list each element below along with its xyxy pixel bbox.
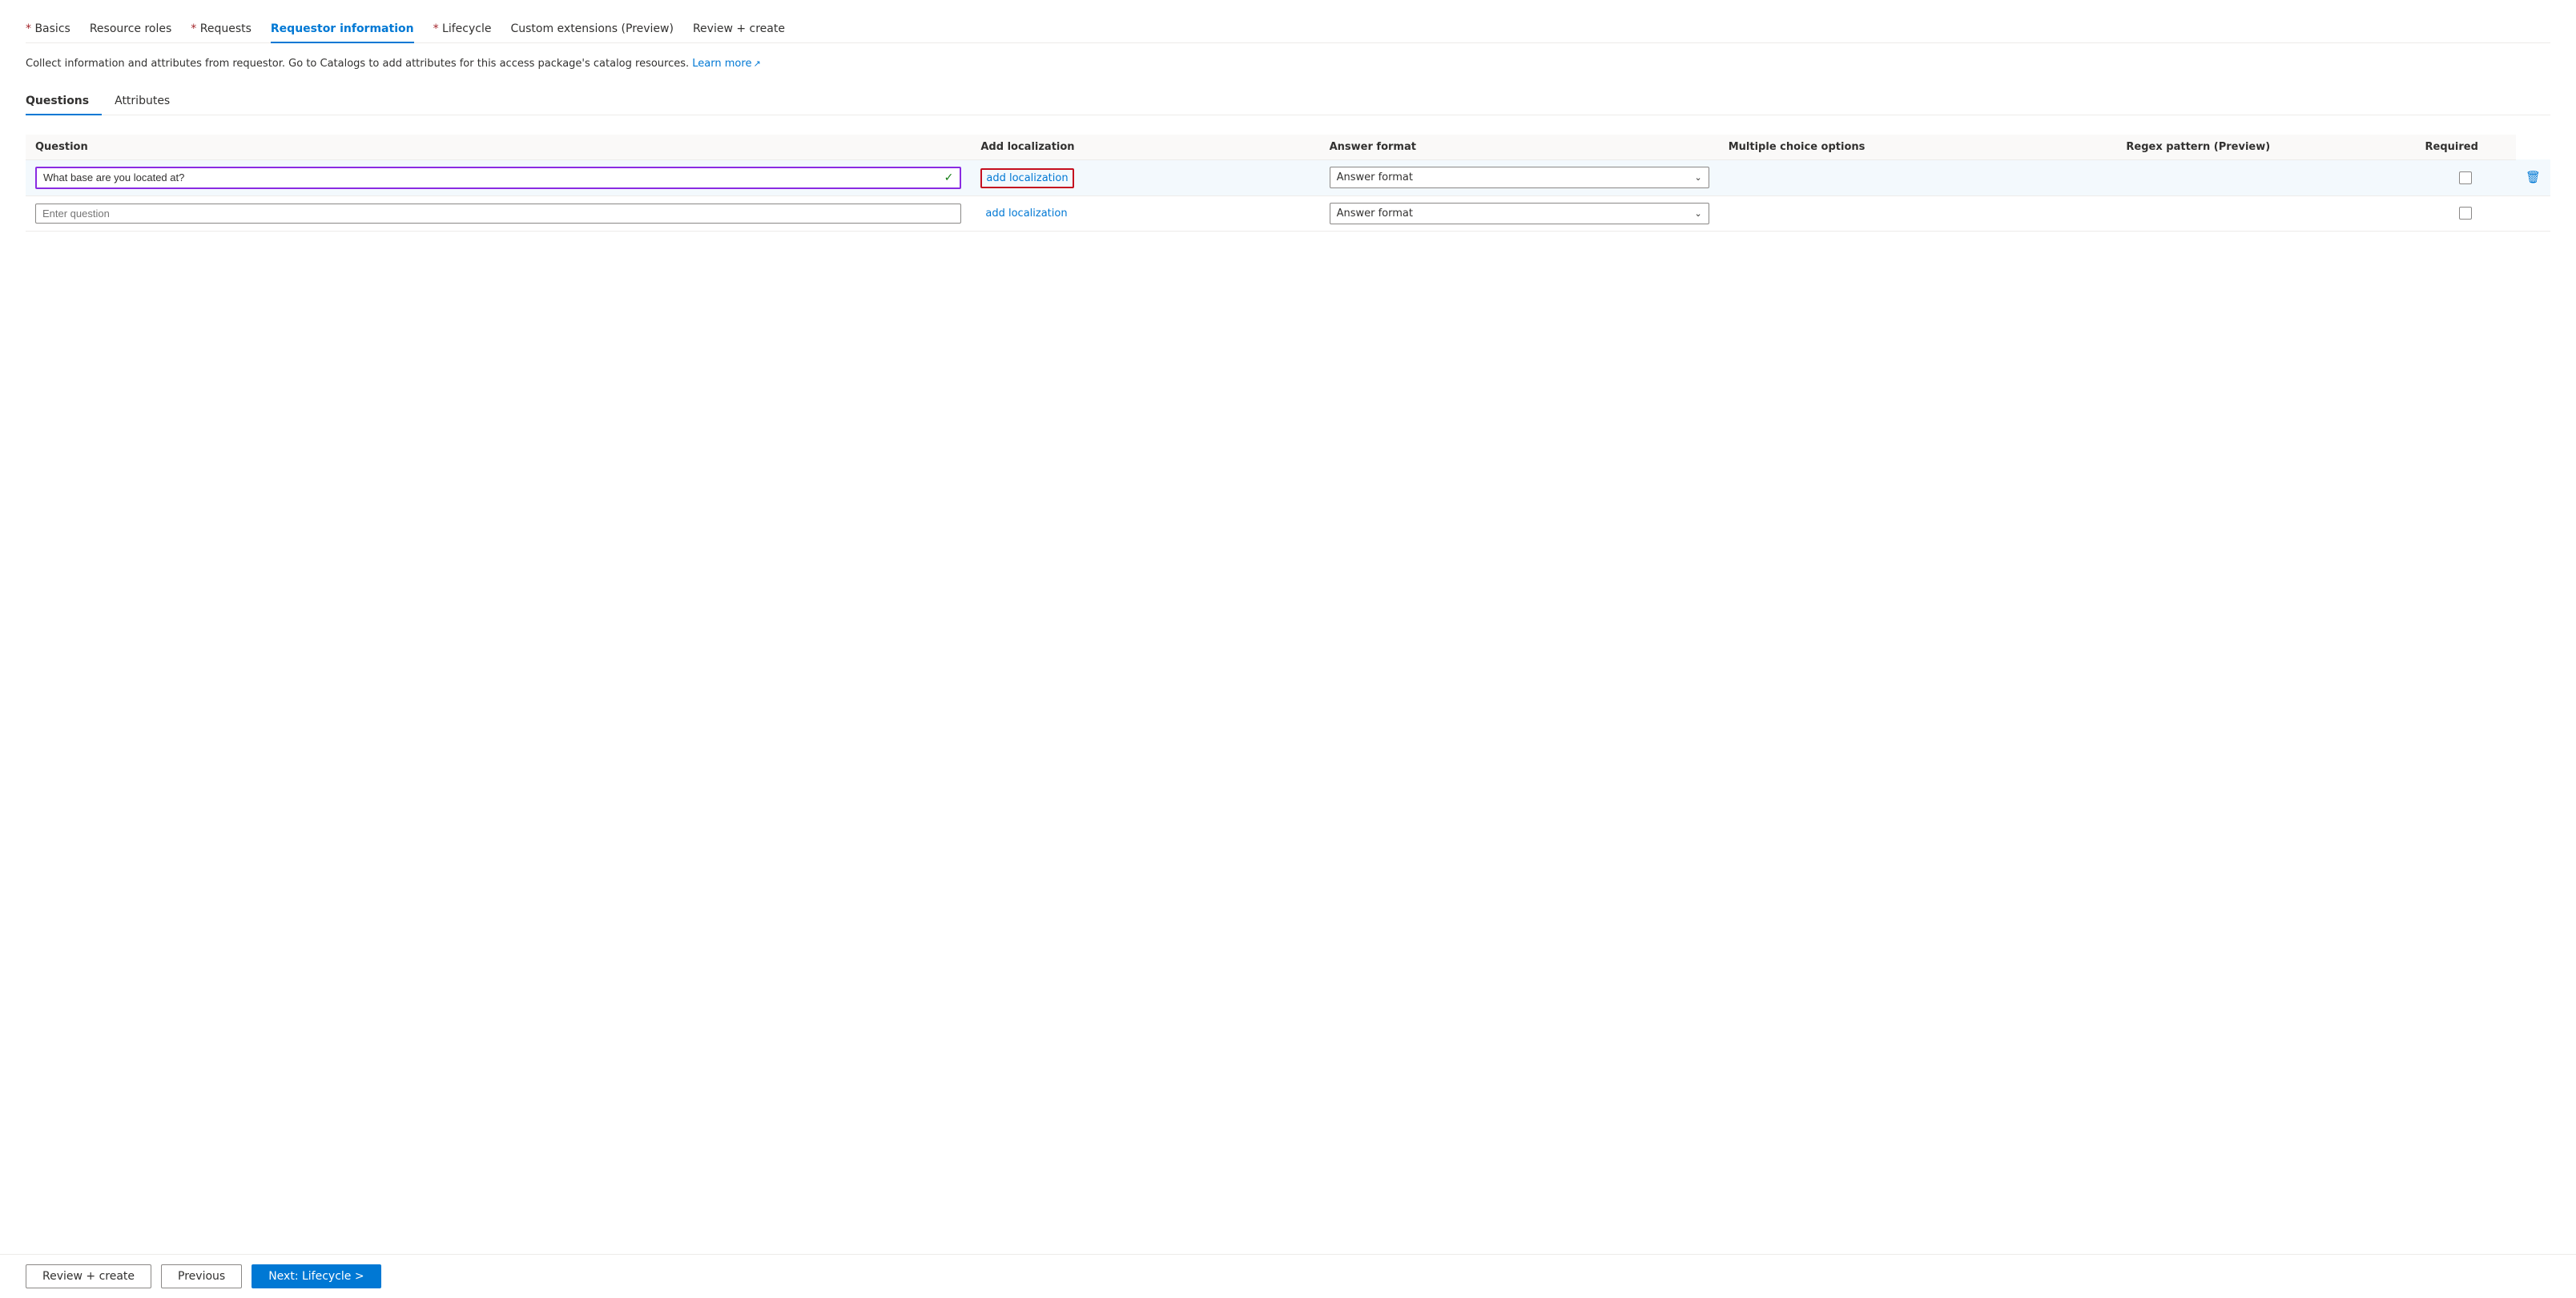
col-header-multiple: Multiple choice options <box>1719 135 2117 160</box>
review-create-button[interactable]: Review + create <box>26 1264 151 1288</box>
required-checkbox-wrapper <box>2425 207 2506 220</box>
multiple-choice-cell <box>1719 159 2117 196</box>
questions-table: Question Add localization Answer format … <box>26 135 2550 232</box>
answer-format-select-0[interactable]: Answer format ⌄ <box>1330 167 1709 188</box>
nav-tab-requestor-information[interactable]: Requestor information <box>271 16 414 43</box>
multiple-choice-cell <box>1719 196 2117 231</box>
add-localization-link-0[interactable]: add localization <box>980 168 1073 188</box>
nav-tab-basics[interactable]: * Basics <box>26 16 70 43</box>
question-input-wrapper: ✓ <box>35 167 961 189</box>
required-checkbox-0[interactable] <box>2459 171 2472 184</box>
nav-tab-lifecycle[interactable]: * Lifecycle <box>433 16 492 43</box>
table-header-row: Question Add localization Answer format … <box>26 135 2550 160</box>
table-row: add localization Answer format ⌄ <box>26 196 2550 231</box>
chevron-down-icon: ⌄ <box>1695 172 1702 183</box>
question-input-1[interactable] <box>42 208 954 220</box>
answer-format-select-1[interactable]: Answer format ⌄ <box>1330 203 1709 224</box>
check-icon: ✓ <box>944 171 954 184</box>
question-input-wrapper <box>35 204 961 224</box>
nav-tab-requests[interactable]: * Requests <box>191 16 252 43</box>
nav-tab-resource-roles[interactable]: Resource roles <box>90 16 171 43</box>
col-header-regex: Regex pattern (Preview) <box>2116 135 2415 160</box>
sub-tabs: Questions Attributes <box>26 88 2550 115</box>
page-description: Collect information and attributes from … <box>26 56 2550 72</box>
answer-format-label: Answer format <box>1337 171 1413 183</box>
footer: Review + create Previous Next: Lifecycle… <box>0 1254 2576 1298</box>
regex-cell <box>2116 196 2415 231</box>
delete-cell: 🗑 <box>2516 159 2550 196</box>
col-header-required: Required <box>2416 135 2516 160</box>
sub-tab-attributes[interactable]: Attributes <box>115 88 183 115</box>
col-header-answer: Answer format <box>1320 135 1719 160</box>
answer-format-label: Answer format <box>1337 208 1413 220</box>
nav-tabs: * Basics Resource roles * Requests Requesto… <box>26 16 2550 43</box>
question-input-0[interactable] <box>43 171 938 183</box>
nav-tab-custom-extensions-(preview)[interactable]: Custom extensions (Preview) <box>510 16 674 43</box>
table-row: ✓ add localization Answer format ⌄ 🗑 <box>26 159 2550 196</box>
required-checkbox-1[interactable] <box>2459 207 2472 220</box>
required-checkbox-wrapper <box>2425 171 2506 184</box>
chevron-down-icon: ⌄ <box>1695 208 1702 219</box>
learn-more-link[interactable]: Learn more↗ <box>692 58 760 70</box>
sub-tab-questions[interactable]: Questions <box>26 88 102 115</box>
previous-button[interactable]: Previous <box>161 1264 242 1288</box>
nav-tab-review-+-create[interactable]: Review + create <box>693 16 785 43</box>
col-header-localization: Add localization <box>971 135 1319 160</box>
col-header-question: Question <box>26 135 971 160</box>
regex-cell <box>2116 159 2415 196</box>
next-lifecycle-button[interactable]: Next: Lifecycle > <box>252 1264 380 1288</box>
add-localization-link-1[interactable]: add localization <box>980 204 1072 223</box>
delete-icon[interactable]: 🗑 <box>2526 170 2541 184</box>
